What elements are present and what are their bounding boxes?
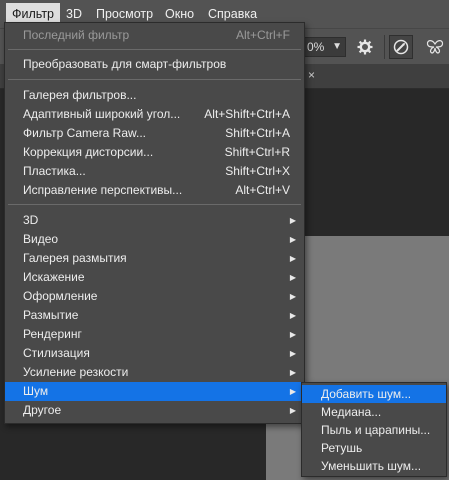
menu-item-render[interactable]: Рендеринг ▶ [5, 325, 304, 344]
menu-item-sharpen[interactable]: Усиление резкости ▶ [5, 363, 304, 382]
submenu-item-add-noise[interactable]: Добавить шум... [302, 385, 446, 403]
menu-item-label: Галерея фильтров... [23, 88, 137, 102]
menu-item-label: Стилизация [23, 346, 90, 360]
menu-item-lens-correction[interactable]: Коррекция дисторсии... Shift+Ctrl+R [5, 143, 304, 162]
shortcut-label: Alt+Ctrl+V [235, 183, 290, 197]
zoom-select[interactable]: 0% ▼ [302, 37, 346, 57]
menu-item-label: Коррекция дисторсии... [23, 145, 154, 159]
menu-item-label: Видео [23, 232, 59, 246]
shortcut-label: Shift+Ctrl+X [225, 164, 290, 178]
shortcut-label: Alt+Shift+Ctrl+A [204, 107, 290, 121]
menu-item-blur[interactable]: Размытие ▶ [5, 306, 304, 325]
chevron-right-icon: ▶ [289, 387, 296, 396]
menu-item-stylize[interactable]: Стилизация ▶ [5, 344, 304, 363]
menu-item-label: Размытие [23, 308, 79, 322]
menu-item-video[interactable]: Видео ▶ [5, 230, 304, 249]
menu-separator [8, 79, 301, 80]
close-icon[interactable]: × [308, 68, 315, 82]
menu-item-label: 3D [23, 213, 39, 227]
menu-item-label: Искажение [23, 270, 85, 284]
menu-item-label: Пластика... [23, 164, 86, 178]
menu-item-label: Адаптивный широкий угол... [23, 107, 181, 121]
menu-item-vanishing-point[interactable]: Исправление перспективы... Alt+Ctrl+V [5, 181, 304, 200]
menu-item-label: Добавить шум... [321, 387, 412, 401]
menu-separator [8, 204, 301, 205]
chevron-right-icon: ▶ [289, 368, 296, 377]
menu-item-label: Медиана... [321, 405, 382, 419]
noise-submenu: Добавить шум... Медиана... Пыль и царапи… [301, 382, 447, 477]
menu-item-label: Шум [23, 384, 49, 398]
menu-item-label: Исправление перспективы... [23, 183, 183, 197]
chevron-right-icon: ▶ [289, 330, 296, 339]
menu-item-label: Усиление резкости [23, 365, 129, 379]
submenu-item-reduce-noise[interactable]: Уменьшить шум... [302, 457, 446, 475]
menu-item-label: Галерея размытия [23, 251, 127, 265]
chevron-right-icon: ▶ [289, 235, 296, 244]
menu-item-liquify[interactable]: Пластика... Shift+Ctrl+X [5, 162, 304, 181]
chevron-down-icon: ▼ [332, 41, 342, 52]
filter-menu: Последний фильтр Alt+Ctrl+F Преобразоват… [4, 22, 305, 424]
menu-item-convert-smart-filters[interactable]: Преобразовать для смарт-фильтров [5, 55, 304, 74]
submenu-item-median[interactable]: Медиана... [302, 403, 446, 421]
menu-item-last-filter: Последний фильтр Alt+Ctrl+F [5, 26, 304, 45]
target-icon[interactable] [389, 35, 413, 59]
butterfly-icon[interactable] [423, 35, 447, 59]
shortcut-label: Shift+Ctrl+A [225, 126, 290, 140]
submenu-item-despeckle[interactable]: Ретушь [302, 439, 446, 457]
menu-item-distort[interactable]: Искажение ▶ [5, 268, 304, 287]
submenu-item-dust-scratches[interactable]: Пыль и царапины... [302, 421, 446, 439]
menu-item-render-style[interactable]: Оформление ▶ [5, 287, 304, 306]
chevron-right-icon: ▶ [289, 273, 296, 282]
menu-item-noise[interactable]: Шум ▶ [5, 382, 304, 401]
gear-icon[interactable] [353, 35, 377, 59]
zoom-value: 0% [307, 40, 325, 54]
menu-item-label: Ретушь [321, 441, 363, 455]
chevron-right-icon: ▶ [289, 292, 296, 301]
menu-item-other[interactable]: Другое ▶ [5, 401, 304, 420]
menu-item-label: Другое [23, 403, 62, 417]
menu-item-label: Рендеринг [23, 327, 82, 341]
menu-separator [8, 49, 301, 50]
chevron-right-icon: ▶ [289, 254, 296, 263]
menu-item-label: Уменьшить шум... [321, 459, 422, 473]
menu-item-filter-gallery[interactable]: Галерея фильтров... [5, 86, 304, 105]
chevron-right-icon: ▶ [289, 406, 296, 415]
menu-item-camera-raw[interactable]: Фильтр Camera Raw... Shift+Ctrl+A [5, 124, 304, 143]
shortcut-label: Alt+Ctrl+F [235, 28, 290, 42]
shortcut-label: Shift+Ctrl+R [224, 145, 290, 159]
toolbar-divider [384, 35, 385, 59]
menu-item-label: Последний фильтр [23, 28, 130, 42]
chevron-right-icon: ▶ [289, 216, 296, 225]
menu-item-label: Фильтр Camera Raw... [23, 126, 147, 140]
menu-item-label: Преобразовать для смарт-фильтров [23, 57, 227, 71]
menu-item-label: Пыль и царапины... [321, 423, 431, 437]
menu-item-blur-gallery[interactable]: Галерея размытия ▶ [5, 249, 304, 268]
menu-item-adaptive-wide-angle[interactable]: Адаптивный широкий угол... Alt+Shift+Ctr… [5, 105, 304, 124]
menu-item-3d[interactable]: 3D ▶ [5, 211, 304, 230]
chevron-right-icon: ▶ [289, 349, 296, 358]
chevron-right-icon: ▶ [289, 311, 296, 320]
menu-item-label: Оформление [23, 289, 98, 303]
